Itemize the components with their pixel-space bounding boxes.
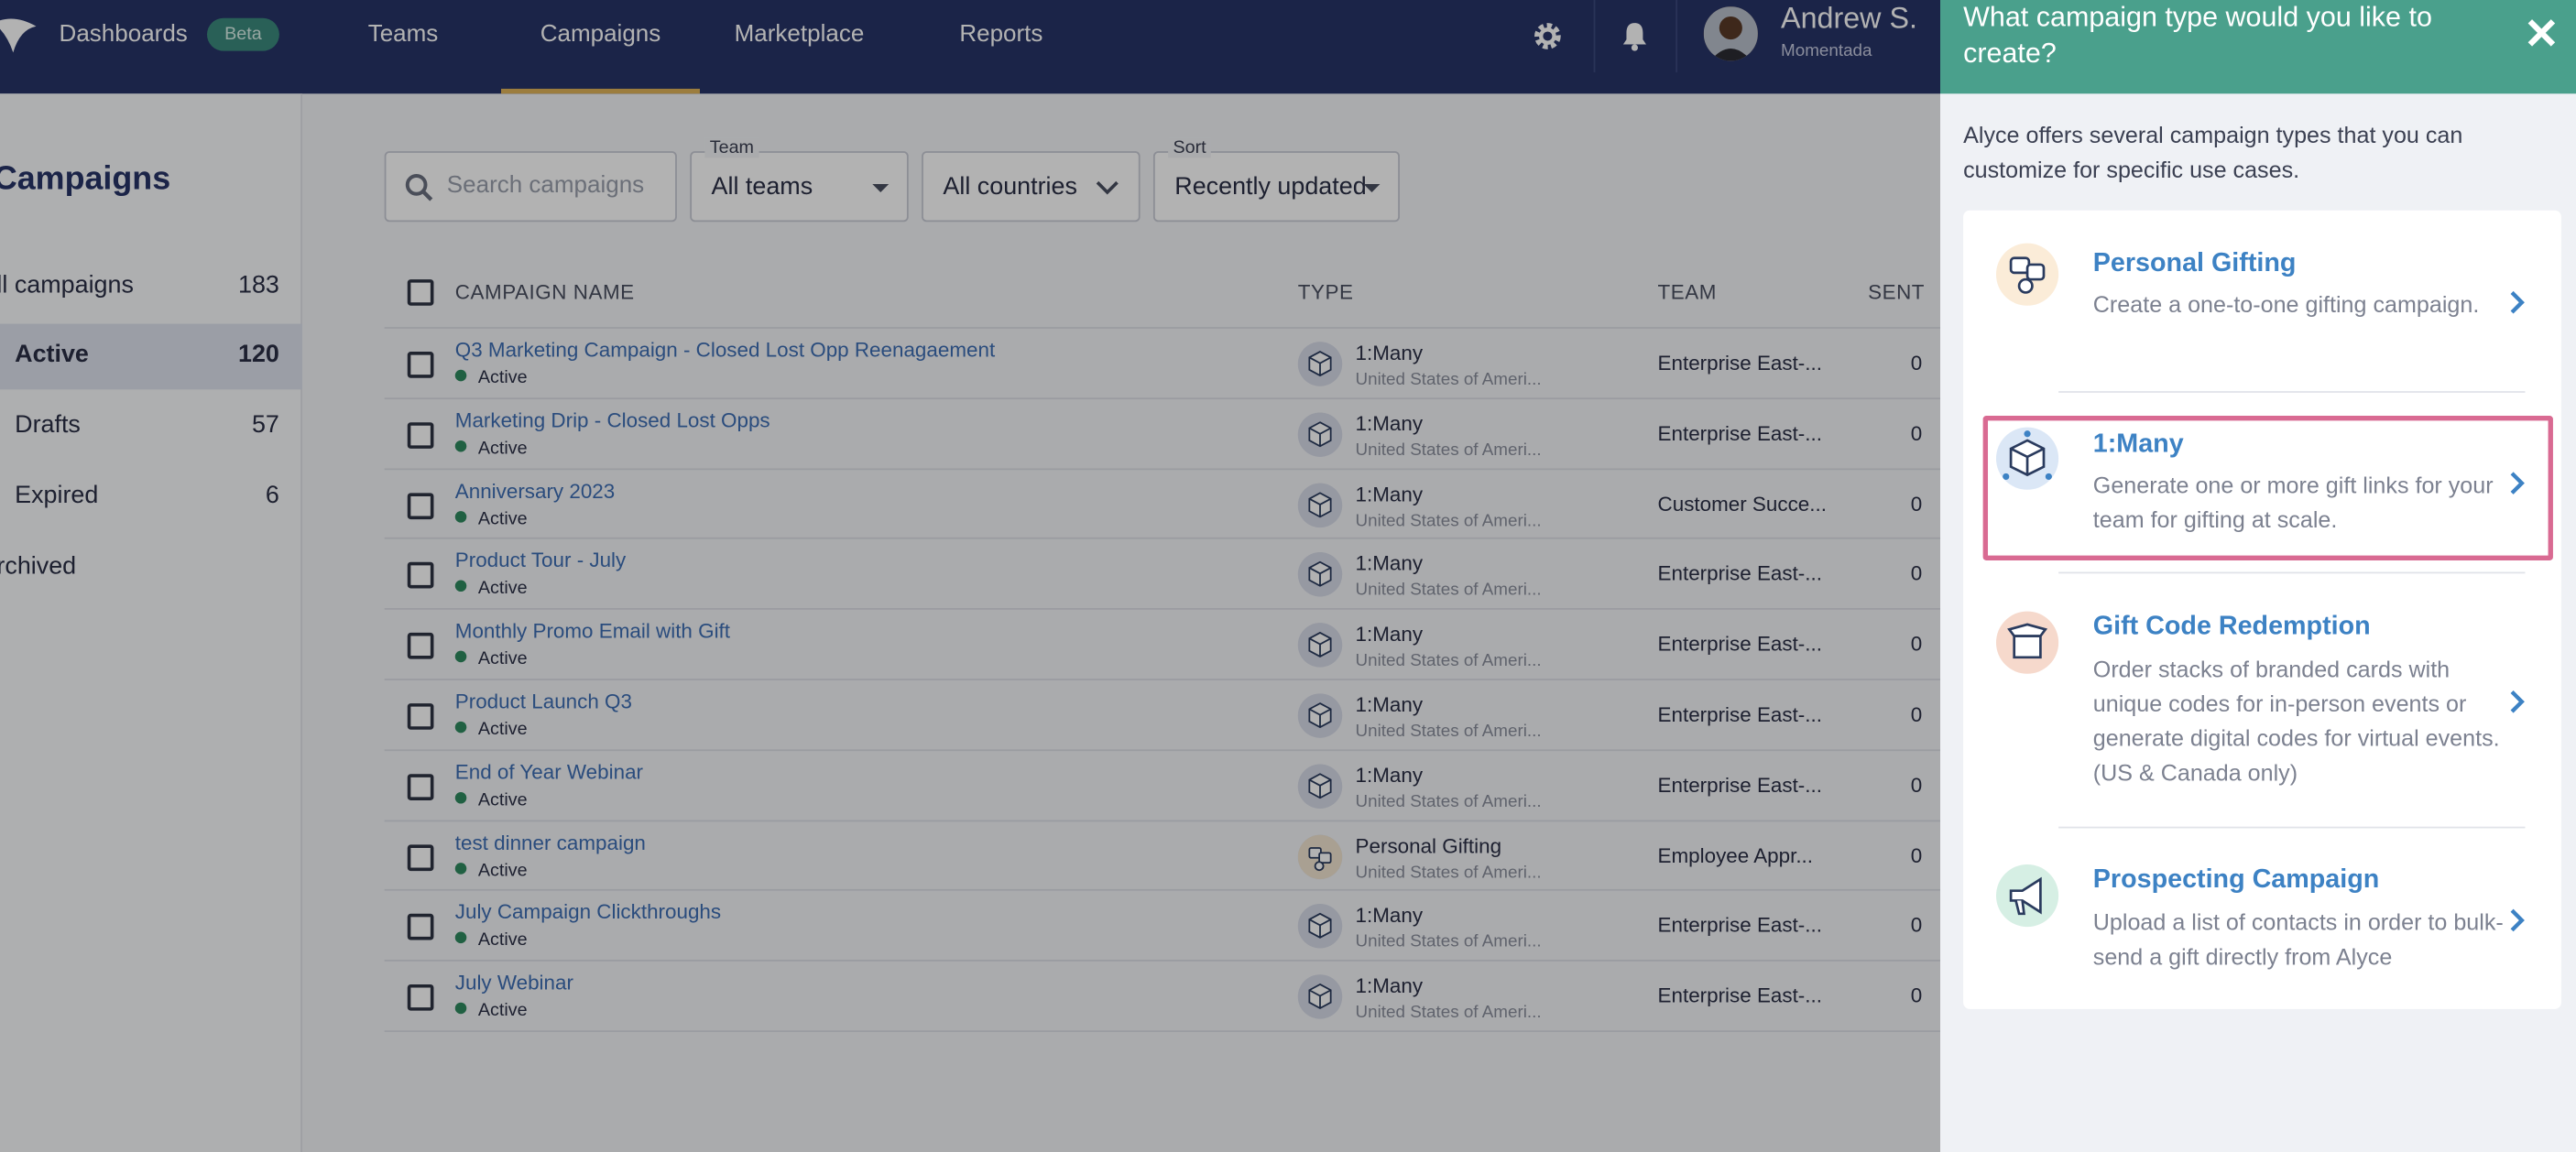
option-title: Gift Code Redemption [2092, 613, 2371, 641]
option-title: Personal Gifting [2092, 249, 2297, 278]
personal-gifting-icon [1995, 243, 2059, 306]
option-description: Upload a list of contacts in order to bu… [2092, 908, 2504, 970]
campaign-type-personal-gifting[interactable]: Personal Gifting Create a one-to-one gif… [1963, 240, 2561, 388]
campaign-type-drawer: What campaign type would you like to cre… [1940, 0, 2576, 1152]
option-description: Create a one-to-one gifting campaign. [2092, 290, 2480, 318]
option-title: Prospecting Campaign [2092, 865, 2380, 895]
option-divider [2058, 826, 2526, 829]
megaphone-icon [1995, 864, 2059, 928]
campaign-type-prospecting[interactable]: Prospecting Campaign Upload a list of co… [1963, 861, 2561, 993]
option-divider [2058, 571, 2526, 574]
drawer-title: What campaign type would you like to cre… [1963, 1, 2432, 70]
close-icon[interactable] [2522, 13, 2561, 52]
chevron-right-icon [2510, 690, 2525, 713]
selection-highlight [1982, 416, 2553, 560]
gift-code-box-icon [1995, 611, 2059, 674]
option-description: Order stacks of branded cards with uniqu… [2092, 656, 2500, 786]
campaign-type-gift-code-redemption[interactable]: Gift Code Redemption Order stacks of bra… [1963, 608, 2561, 797]
chevron-right-icon [2510, 908, 2525, 932]
drawer-header: What campaign type would you like to cre… [1940, 0, 2576, 94]
modal-backdrop[interactable] [0, 0, 1941, 1152]
campaign-type-list: Personal Gifting Create a one-to-one gif… [1963, 210, 2561, 1009]
drawer-intro: Alyce offers several campaign types that… [1963, 121, 2463, 183]
chevron-right-icon [2510, 290, 2525, 314]
option-divider [2058, 391, 2526, 393]
